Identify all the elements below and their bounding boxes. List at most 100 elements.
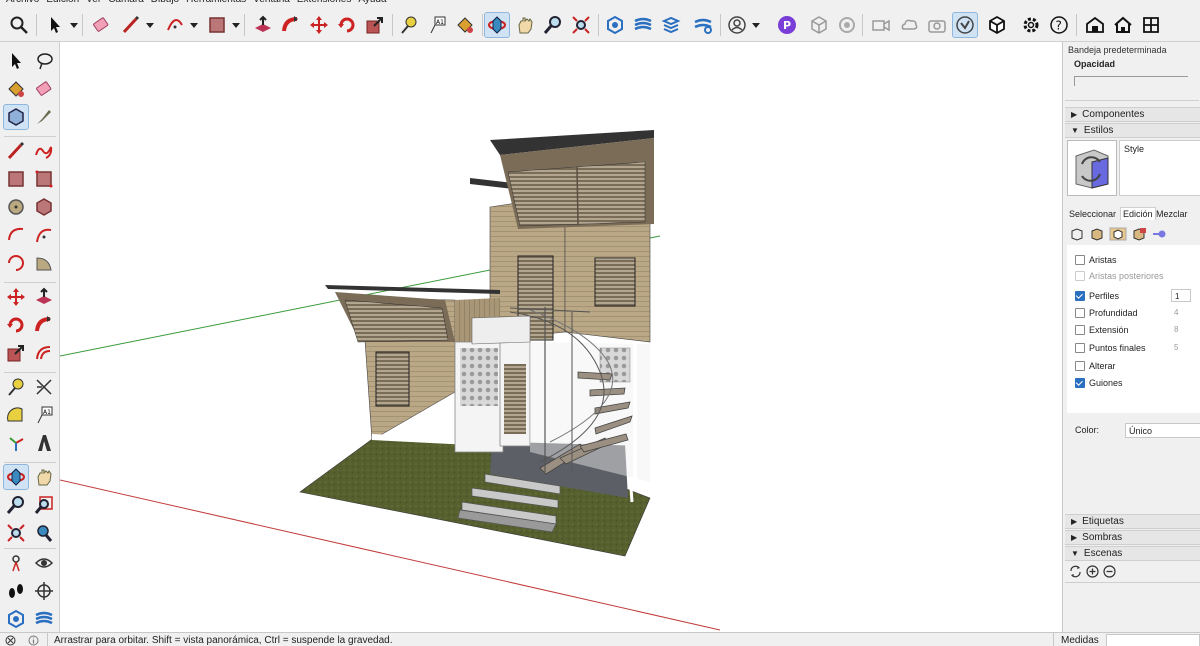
- grid-icon[interactable]: [1138, 12, 1164, 38]
- menu-archivo[interactable]: Archivo: [6, 0, 46, 8]
- extension-input[interactable]: 8: [1171, 323, 1191, 336]
- checkbox-box[interactable]: [1075, 291, 1085, 301]
- sandbox-icon[interactable]: [602, 12, 628, 38]
- checkbox-alterar[interactable]: Alterar: [1075, 359, 1116, 373]
- menu-herramientas[interactable]: Herramientas: [186, 0, 253, 8]
- rectangle-icon[interactable]: [204, 12, 230, 38]
- box-icon[interactable]: [984, 12, 1010, 38]
- perfiles-width-input[interactable]: 1: [1171, 289, 1191, 302]
- edge-settings-icon[interactable]: [1069, 227, 1085, 241]
- checkbox-extension[interactable]: Extensión: [1075, 323, 1129, 337]
- cloud-icon[interactable]: [896, 12, 922, 38]
- remove-scene-icon[interactable]: [1103, 565, 1116, 578]
- checkbox-box[interactable]: [1075, 361, 1085, 371]
- user-icon[interactable]: [724, 12, 750, 38]
- checkbox-profundidad[interactable]: Profundidad: [1075, 306, 1138, 320]
- zoom-extents-icon[interactable]: [3, 520, 29, 546]
- eraser-icon[interactable]: [31, 76, 57, 102]
- make-component-icon[interactable]: [3, 104, 29, 130]
- tab-seleccionar[interactable]: Seleccionar: [1069, 209, 1116, 219]
- color-mode-select[interactable]: Único: [1125, 423, 1200, 438]
- follow-me-icon[interactable]: [31, 312, 57, 338]
- sandbox-icon[interactable]: [3, 606, 29, 632]
- warehouse-icon[interactable]: [1082, 12, 1108, 38]
- move-icon[interactable]: [306, 12, 332, 38]
- select-arrow-icon[interactable]: [3, 48, 29, 74]
- geolocation-icon[interactable]: [5, 635, 16, 646]
- panel-componentes[interactable]: ▶ Componentes: [1065, 107, 1200, 122]
- checkbox-perfiles[interactable]: Perfiles: [1075, 289, 1119, 303]
- layers-icon[interactable]: [630, 12, 656, 38]
- scale-icon[interactable]: [3, 340, 29, 366]
- background-settings-icon[interactable]: [1109, 227, 1127, 241]
- scale-icon[interactable]: [362, 12, 388, 38]
- arc-icon[interactable]: [3, 222, 29, 248]
- measures-input[interactable]: [1106, 634, 1200, 646]
- select-arrow-icon[interactable]: [42, 12, 68, 38]
- panel-etiquetas[interactable]: ▶ Etiquetas: [1065, 514, 1200, 529]
- house-icon[interactable]: [1110, 12, 1136, 38]
- menu-ayuda[interactable]: Ayuda: [358, 0, 393, 8]
- panel-sombras[interactable]: ▶ Sombras: [1065, 530, 1200, 545]
- look-around-icon[interactable]: [31, 550, 57, 576]
- pencil-line-icon[interactable]: [118, 12, 144, 38]
- offset-icon[interactable]: [31, 340, 57, 366]
- tape-measure-icon[interactable]: [3, 374, 29, 400]
- polygon-icon[interactable]: [31, 194, 57, 220]
- move-icon[interactable]: [3, 284, 29, 310]
- position-camera-icon[interactable]: [3, 550, 29, 576]
- push-pull-icon[interactable]: [31, 284, 57, 310]
- dimension-icon[interactable]: [31, 374, 57, 400]
- checkbox-aristas[interactable]: Aristas: [1075, 253, 1117, 267]
- p-badge-icon[interactable]: P: [774, 12, 800, 38]
- panel-escenas[interactable]: ▼ Escenas: [1065, 546, 1200, 561]
- 3d-viewport[interactable]: [60, 42, 1062, 632]
- checkbox-box[interactable]: [1075, 325, 1085, 335]
- opacity-slider[interactable]: [1074, 76, 1188, 86]
- zoom-icon[interactable]: [540, 12, 566, 38]
- settings-icon[interactable]: [690, 12, 716, 38]
- info-icon[interactable]: [28, 635, 39, 646]
- face-settings-icon[interactable]: [1089, 227, 1105, 241]
- checkbox-puntos-finales[interactable]: Puntos finales: [1075, 341, 1146, 355]
- check-badge-icon[interactable]: [952, 12, 978, 38]
- freehand-icon[interactable]: [31, 138, 57, 164]
- menu-ver[interactable]: Ver: [86, 0, 108, 8]
- dropdown-icon[interactable]: [752, 21, 760, 29]
- panel-estilos[interactable]: ▼ Estilos: [1065, 123, 1200, 138]
- menu-camara[interactable]: Cámara: [108, 0, 151, 8]
- lasso-icon[interactable]: [31, 48, 57, 74]
- menu-dibujo[interactable]: Dibujo: [151, 0, 186, 8]
- tab-edicion[interactable]: Edición: [1120, 207, 1156, 220]
- puntos-finales-input[interactable]: 5: [1171, 341, 1191, 354]
- arc-icon[interactable]: [162, 12, 188, 38]
- circle-icon[interactable]: [3, 194, 29, 220]
- cube-outline-icon[interactable]: [806, 12, 832, 38]
- arc-2point-icon[interactable]: [31, 222, 57, 248]
- zoom-icon[interactable]: [3, 492, 29, 518]
- dropdown-icon[interactable]: [146, 21, 154, 29]
- rectangle-icon[interactable]: [3, 166, 29, 192]
- checkbox-box[interactable]: [1075, 378, 1085, 388]
- 3d-text-icon[interactable]: [31, 430, 57, 456]
- target-icon[interactable]: [834, 12, 860, 38]
- video-icon[interactable]: [868, 12, 894, 38]
- checkbox-box[interactable]: [1075, 308, 1085, 318]
- add-scene-icon[interactable]: [1086, 565, 1099, 578]
- push-pull-icon[interactable]: [250, 12, 276, 38]
- menu-extensiones[interactable]: Extensiones: [297, 0, 358, 8]
- menu-edicion[interactable]: Edición: [46, 0, 86, 8]
- paint-bucket-icon[interactable]: [3, 76, 29, 102]
- dropdown-icon[interactable]: [232, 21, 240, 29]
- layers-icon[interactable]: [31, 606, 57, 632]
- gear-icon[interactable]: [1018, 12, 1044, 38]
- search-icon[interactable]: [6, 12, 32, 38]
- zoom-extents-icon[interactable]: [568, 12, 594, 38]
- line-icon[interactable]: [3, 138, 29, 164]
- text-icon[interactable]: A1: [424, 12, 450, 38]
- paint-bucket-icon[interactable]: [452, 12, 478, 38]
- refresh-icon[interactable]: [1069, 565, 1082, 578]
- axes-icon[interactable]: [3, 430, 29, 456]
- rotated-rectangle-icon[interactable]: [31, 166, 57, 192]
- stack-icon[interactable]: [658, 12, 684, 38]
